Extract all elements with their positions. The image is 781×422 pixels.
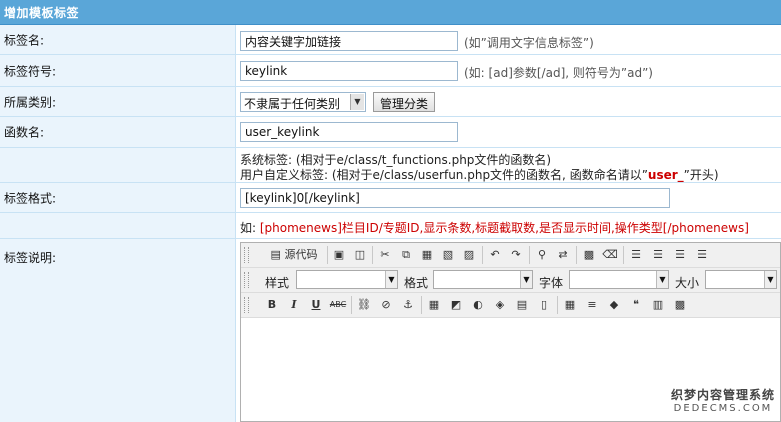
remove-format-icon[interactable]: ⌫ [601,246,619,264]
tag-symbol-input[interactable] [240,61,458,81]
redo-icon[interactable]: ↷ [507,246,525,264]
tag-description-label: 标签说明: [4,251,57,265]
image-icon[interactable]: ▦ [425,296,443,314]
form-header: 增加模板标签 [0,0,781,25]
link-icon[interactable]: ⛓ [355,296,373,314]
cut-icon[interactable]: ✂ [376,246,394,264]
user-tag-note: 用户自定义标签: (相对于e/class/userfun.php文件的函数名, … [240,168,719,182]
select-all-icon[interactable]: ▩ [580,246,598,264]
replace-icon[interactable]: ⇄ [554,246,572,264]
strike-icon[interactable]: ABC [329,296,347,314]
category-label: 所属类别: [4,95,57,109]
watermark: 织梦内容管理系统 DEDECMS.COM [670,386,775,414]
save-icon[interactable]: ▣ [330,246,348,264]
file-icon[interactable]: ▤ [513,296,531,314]
horizontal-rule-icon[interactable]: ≡ [583,296,601,314]
table-icon[interactable]: ▦ [561,296,579,314]
chevron-down-icon: ▼ [350,94,364,110]
tag-name-input[interactable] [240,31,458,51]
style-label: 样式 [265,276,290,290]
unlink-icon[interactable]: ⊘ [377,296,395,314]
editor-toolbar-row1: ▤ 源代码 ▣ ◫ ✂ ⧉ ▦ ▧ ▨ ↶ ↷ ⚲ ⇄ ▩ ⌫ ☰ ☰ ☰ ☰ [241,243,780,268]
tag-name-label: 标签名: [4,33,45,47]
watermark-line1: 织梦内容管理系统 [670,388,775,402]
bold-icon[interactable]: B [263,296,281,314]
function-name-input[interactable] [240,122,458,142]
special-char-icon[interactable]: ◆ [605,296,623,314]
italic-icon[interactable]: I [285,296,303,314]
font-label: 字体 [539,276,564,290]
align-left-icon[interactable]: ☰ [627,246,645,264]
undo-icon[interactable]: ↶ [486,246,504,264]
format-example: 如: [phomenews]栏目ID/专题ID,显示条数,标题截取数,是否显示时… [240,221,749,235]
paste-code-icon[interactable]: ▩ [671,296,689,314]
paste-icon[interactable]: ▦ [418,246,436,264]
align-justify-icon[interactable]: ☰ [693,246,711,264]
chevron-down-icon: ▼ [764,271,776,288]
anchor-icon[interactable]: ⚓ [399,296,417,314]
size-label: 大小 [675,276,700,290]
insert-row-icon[interactable]: ▥ [649,296,667,314]
chevron-down-icon: ▼ [385,271,397,288]
preview-icon[interactable]: ◫ [351,246,369,264]
form-title: 增加模板标签 [4,6,80,20]
source-code-button[interactable]: ▤ 源代码 [263,246,325,264]
tag-format-label: 标签格式: [4,191,57,205]
manage-category-button[interactable]: 管理分类 [373,92,436,112]
user-prefix-highlight: user_ [647,168,684,182]
tag-symbol-label: 标签符号: [4,64,57,78]
align-right-icon[interactable]: ☰ [671,246,689,264]
editor-toolbar-row3: B I U ABC ⛓ ⊘ ⚓ ▦ ◩ ◐ ◈ ▤ ▯ ▦ ≡ ◆ ❝ ▥ ▩ [241,293,780,318]
align-center-icon[interactable]: ☰ [649,246,667,264]
tag-format-input[interactable] [240,188,670,208]
flash-icon[interactable]: ◩ [447,296,465,314]
category-select[interactable]: 不隶属于任何类别 ▼ [240,92,366,112]
font-select[interactable]: ▼ [569,270,669,289]
format-select[interactable]: ▼ [433,270,533,289]
paste-word-icon[interactable]: ▨ [460,246,478,264]
tag-name-hint: (如”调用文字信息标签”) [464,36,594,50]
size-select[interactable]: ▼ [705,270,777,289]
style-select[interactable]: ▼ [296,270,398,289]
source-icon: ▤ [270,248,281,261]
blockquote-icon[interactable]: ❝ [627,296,645,314]
tag-symbol-hint: (如: [ad]参数[/ad], 则符号为”ad”) [464,66,653,80]
blank-page-icon[interactable]: ▯ [535,296,553,314]
copy-icon[interactable]: ⧉ [397,246,415,264]
editor-toolbar-row2: 样式 ▼ 格式 ▼ 字体 ▼ 大小 ▼ [241,268,780,293]
page-break-icon[interactable]: ◈ [491,296,509,314]
media-icon[interactable]: ◐ [469,296,487,314]
category-selected-value: 不隶属于任何类别 [244,97,341,111]
paste-text-icon[interactable]: ▧ [439,246,457,264]
format-label: 格式 [404,276,429,290]
chevron-down-icon: ▼ [520,271,532,288]
function-name-label: 函数名: [4,125,45,140]
chevron-down-icon: ▼ [656,271,668,288]
watermark-line2: DEDECMS.COM [673,403,773,414]
underline-icon[interactable]: U [307,296,325,314]
find-icon[interactable]: ⚲ [533,246,551,264]
